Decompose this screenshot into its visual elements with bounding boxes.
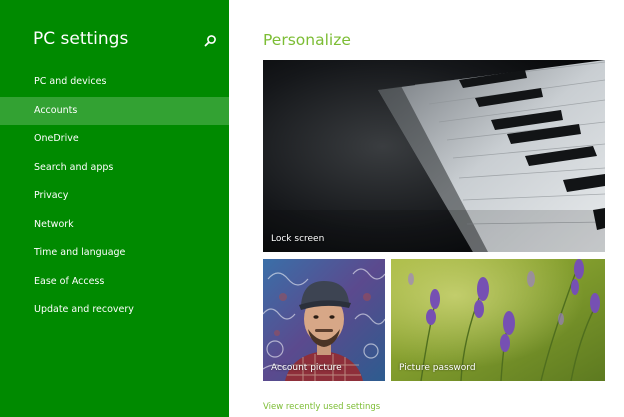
picture-password-tile[interactable]: Picture password: [391, 259, 605, 381]
sidebar-item-onedrive[interactable]: OneDrive: [0, 125, 229, 154]
sidebar: PC settings PC and devices Accounts OneD…: [0, 0, 229, 417]
sidebar-item-pc-and-devices[interactable]: PC and devices: [0, 68, 229, 97]
page-title: Personalize: [263, 31, 351, 49]
sidebar-item-time-and-language[interactable]: Time and language: [0, 239, 229, 268]
account-picture-tile[interactable]: Account picture: [263, 259, 385, 381]
account-picture-label: Account picture: [271, 363, 342, 373]
view-recent-settings-link[interactable]: View recently used settings: [263, 402, 380, 412]
piano-keys-image: [263, 60, 605, 252]
search-icon[interactable]: [203, 33, 217, 47]
picture-password-label: Picture password: [399, 363, 476, 373]
sidebar-item-network[interactable]: Network: [0, 211, 229, 240]
sidebar-item-privacy[interactable]: Privacy: [0, 182, 229, 211]
sidebar-item-update-and-recovery[interactable]: Update and recovery: [0, 296, 229, 325]
sidebar-item-search-and-apps[interactable]: Search and apps: [0, 154, 229, 183]
sidebar-item-accounts[interactable]: Accounts: [0, 96, 229, 125]
sidebar-item-ease-of-access[interactable]: Ease of Access: [0, 268, 229, 297]
main-content: Personalize Lock screen Account picture …: [229, 0, 624, 417]
lock-screen-tile[interactable]: Lock screen: [263, 60, 605, 252]
lock-screen-label: Lock screen: [271, 234, 325, 244]
sidebar-nav: PC and devices Accounts OneDrive Search …: [0, 68, 229, 325]
sidebar-title: PC settings: [33, 29, 129, 49]
